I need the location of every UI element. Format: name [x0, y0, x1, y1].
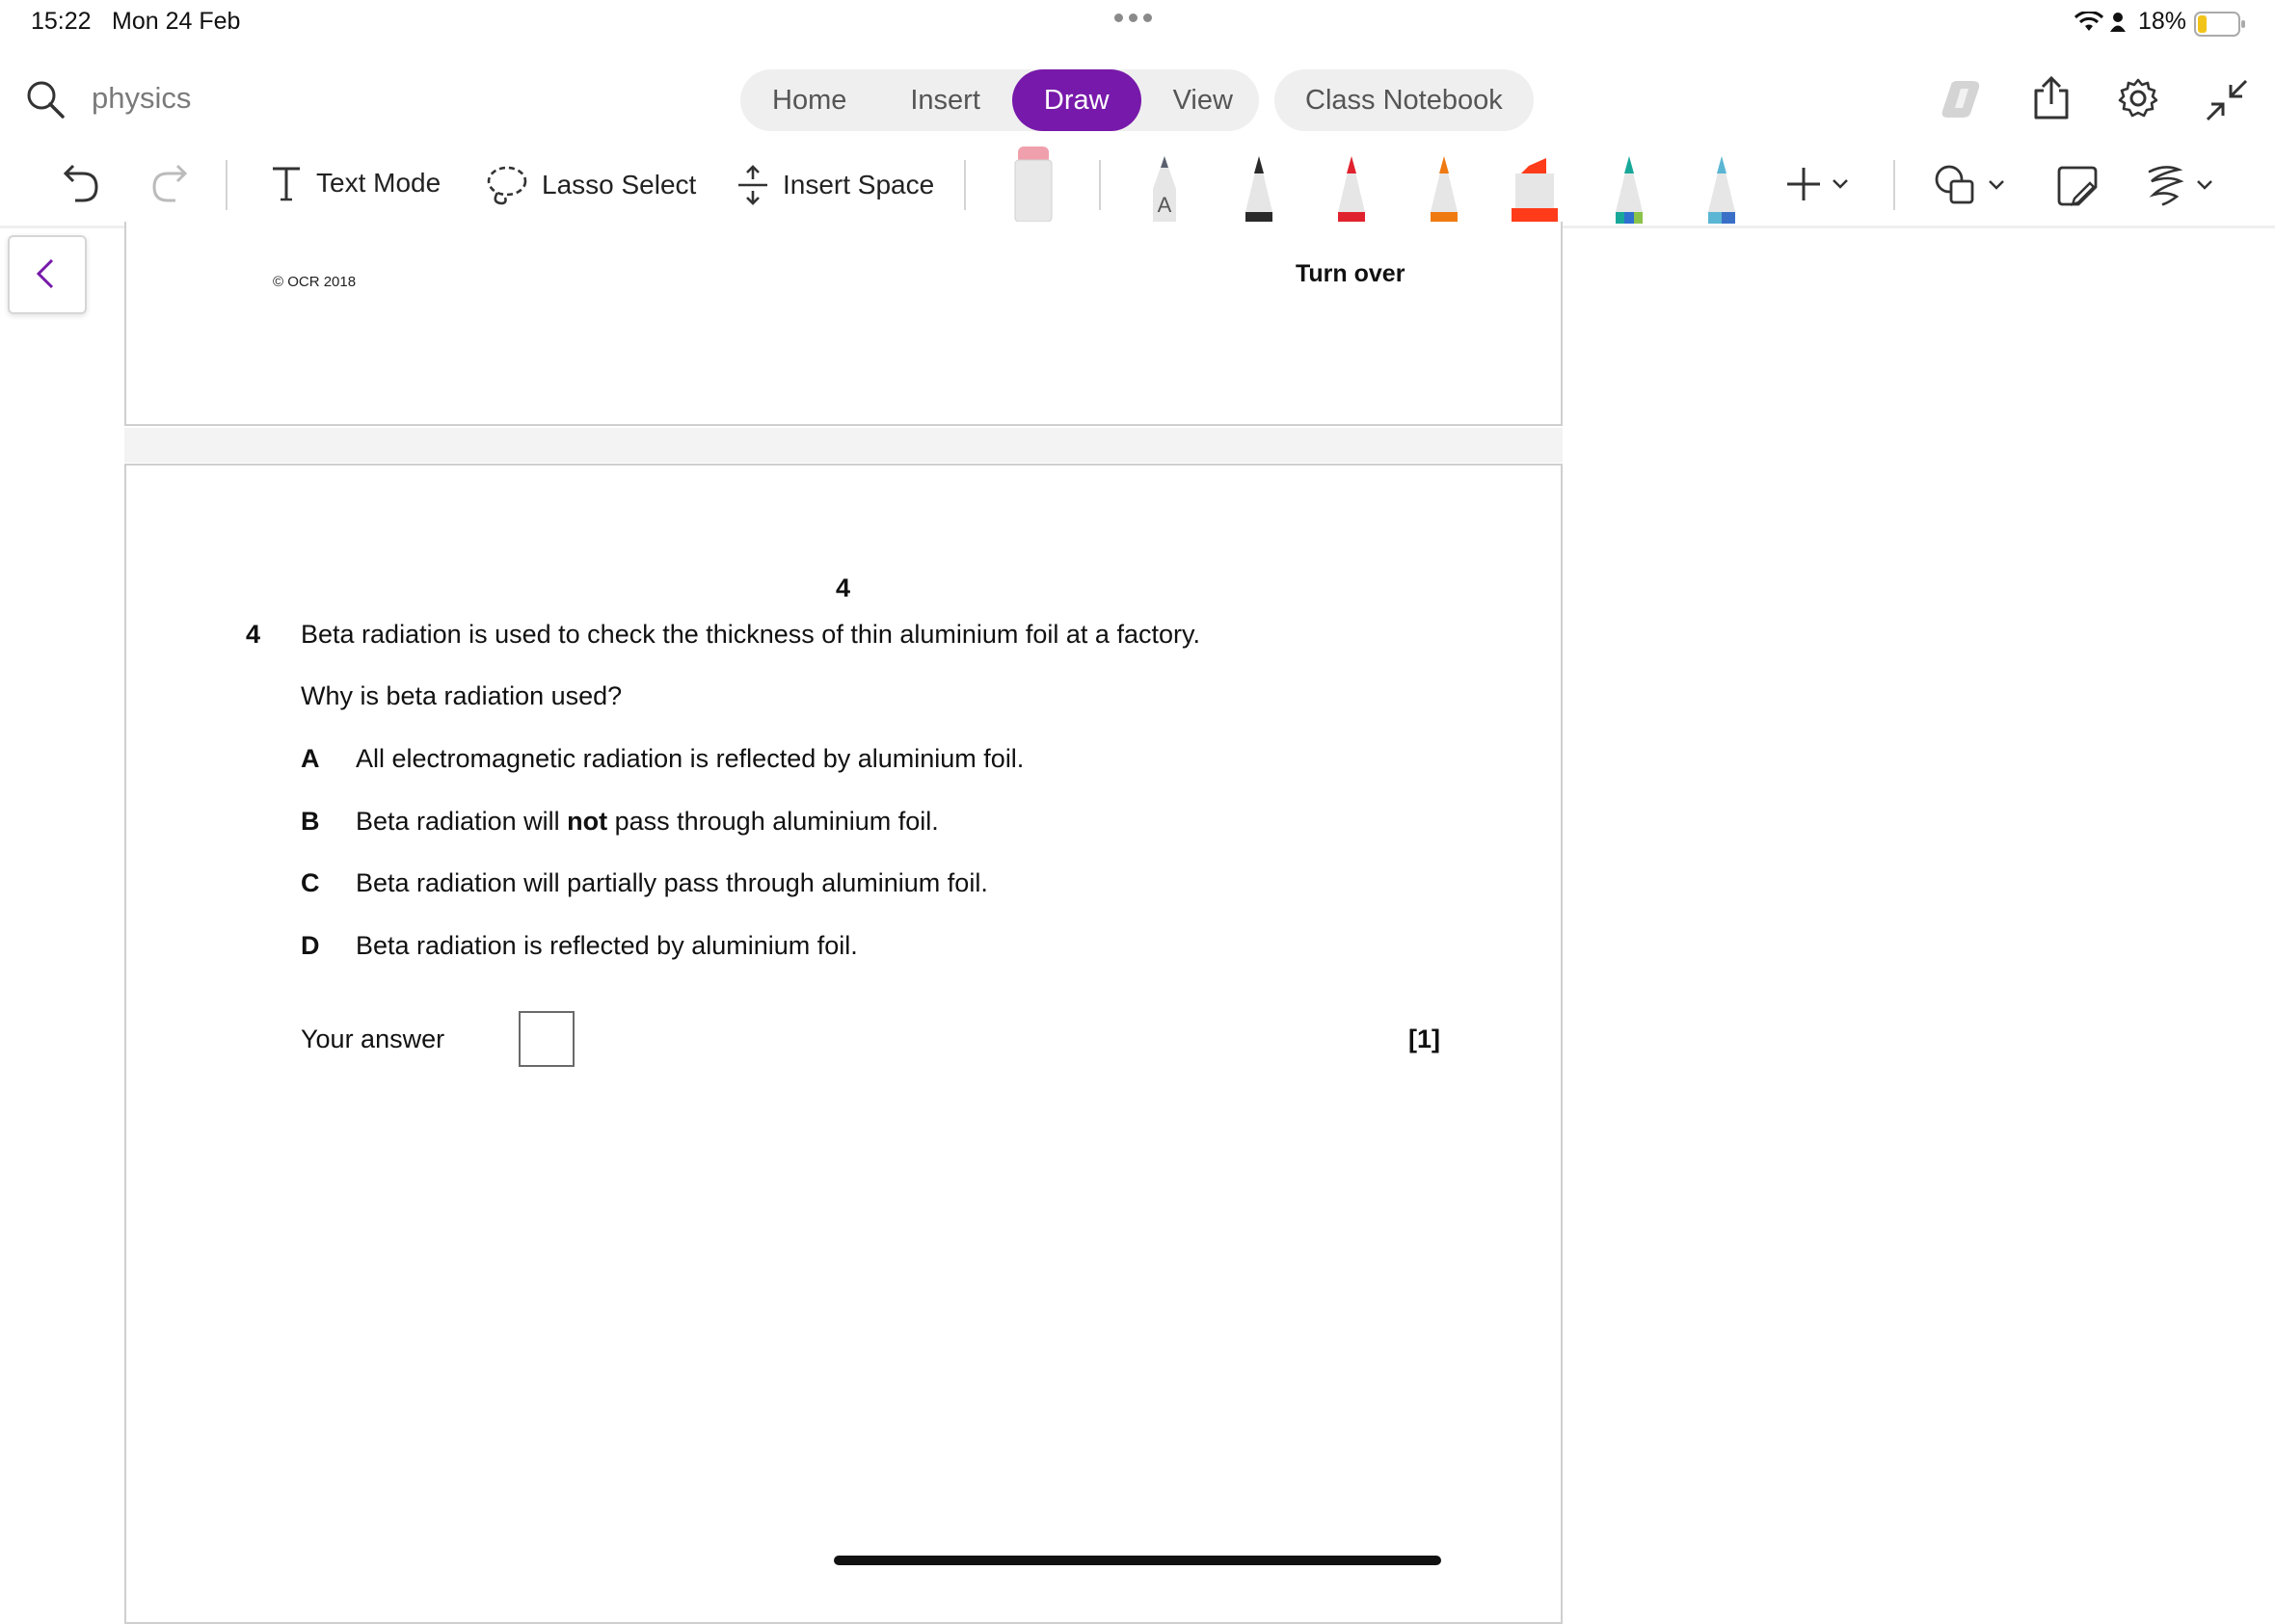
toolbar-divider: [964, 160, 966, 210]
toolbar-divider: [1893, 160, 1895, 210]
exam-page: 4 4 Beta radiation is used to check the …: [124, 464, 1563, 1624]
option-letter: D: [301, 931, 320, 960]
tab-insert[interactable]: Insert: [878, 69, 1012, 131]
question-number: 4: [246, 620, 261, 649]
tab-home[interactable]: Home: [740, 69, 878, 131]
insert-space-button[interactable]: Insert Space: [736, 164, 934, 206]
search-icon[interactable]: [25, 79, 66, 120]
plus-icon: [1787, 168, 1820, 200]
answer-box[interactable]: [519, 1011, 575, 1067]
share-icon[interactable]: [2030, 75, 2073, 121]
multitasking-dots[interactable]: [1114, 13, 1152, 22]
battery-icon: [2194, 12, 2246, 41]
battery-percent: 18%: [2138, 8, 2187, 35]
ink-replay-icon: [2148, 166, 2184, 206]
red-pen-icon[interactable]: [1332, 154, 1371, 224]
search-input[interactable]: physics: [92, 81, 191, 116]
black-pen-icon[interactable]: [1240, 154, 1278, 224]
eraser-icon[interactable]: [1012, 145, 1055, 228]
option-letter: B: [301, 807, 320, 836]
shapes-icon: [1935, 165, 1974, 204]
lasso-icon: [487, 166, 527, 205]
tab-view[interactable]: View: [1141, 69, 1265, 131]
copilot-icon[interactable]: [1940, 77, 1986, 120]
sidebar-toggle-button[interactable]: [8, 235, 87, 314]
your-answer-label: Your answer: [301, 1025, 445, 1053]
person-icon: [2109, 12, 2127, 38]
cosmic-pen-icon[interactable]: [1702, 154, 1741, 224]
add-pen-button[interactable]: [1785, 166, 1849, 202]
collapse-icon[interactable]: [2206, 79, 2248, 121]
page-number: 4: [836, 573, 851, 602]
chevron-down-icon: [1833, 179, 1848, 189]
copyright-text: © OCR 2018: [273, 274, 357, 290]
option-letter: A: [301, 744, 320, 773]
tab-draw[interactable]: Draw: [1011, 69, 1141, 131]
option-letter: C: [301, 868, 320, 897]
chevron-left-icon: [36, 258, 54, 289]
option-a-text: All electromagnetic radiation is reflect…: [356, 744, 1025, 773]
shapes-button[interactable]: [1934, 164, 2005, 206]
class-notebook-button[interactable]: Class Notebook: [1274, 69, 1534, 131]
option-d-text: Beta radiation is reflected by aluminium…: [356, 931, 858, 960]
question-prompt: Why is beta radiation used?: [301, 681, 623, 710]
galaxy-pen-icon[interactable]: [1610, 154, 1648, 224]
text-mode-icon: [273, 167, 300, 201]
page-gap: [124, 428, 1563, 463]
lasso-select-button[interactable]: Lasso Select: [486, 164, 696, 206]
turn-over-text: Turn over: [1296, 260, 1405, 287]
text-mode-label: Text Mode: [316, 168, 442, 198]
chevron-down-icon: [2197, 180, 2212, 190]
question-text: Beta radiation is used to check the thic…: [301, 620, 1200, 649]
insert-space-label: Insert Space: [783, 170, 935, 200]
chevron-down-icon: [1989, 180, 2004, 190]
home-indicator[interactable]: [834, 1556, 1441, 1565]
insert-space-icon: [738, 165, 767, 205]
previous-page: © OCR 2018 Turn over: [124, 222, 1563, 426]
ink-to-shape-icon[interactable]: [2055, 164, 2098, 206]
svg-text:A: A: [1158, 193, 1172, 217]
lasso-select-label: Lasso Select: [542, 170, 697, 200]
text-mode-button[interactable]: Text Mode: [270, 164, 441, 202]
toolbar-divider: [1099, 160, 1101, 210]
wifi-icon: [2074, 10, 2104, 38]
ink-replay-button[interactable]: [2146, 164, 2213, 206]
option-c-text: Beta radiation will partially pass throu…: [356, 868, 988, 897]
marks-label: [1]: [1408, 1025, 1440, 1053]
gear-icon[interactable]: [2117, 77, 2159, 120]
ribbon-tabs: Home Insert Draw View: [740, 69, 1259, 131]
status-date: Mon 24 Feb: [112, 8, 241, 35]
toolbar-divider: [226, 160, 228, 210]
option-b-text: Beta radiation will not pass through alu…: [356, 807, 939, 836]
pencil-pen-icon[interactable]: A: [1145, 154, 1184, 224]
orange-pen-icon[interactable]: [1425, 154, 1463, 224]
class-notebook-label: Class Notebook: [1305, 84, 1503, 116]
status-time: 15:22: [31, 8, 92, 35]
undo-icon[interactable]: [62, 162, 100, 204]
redo-icon[interactable]: [150, 162, 189, 204]
highlighter-icon[interactable]: [1508, 154, 1562, 224]
